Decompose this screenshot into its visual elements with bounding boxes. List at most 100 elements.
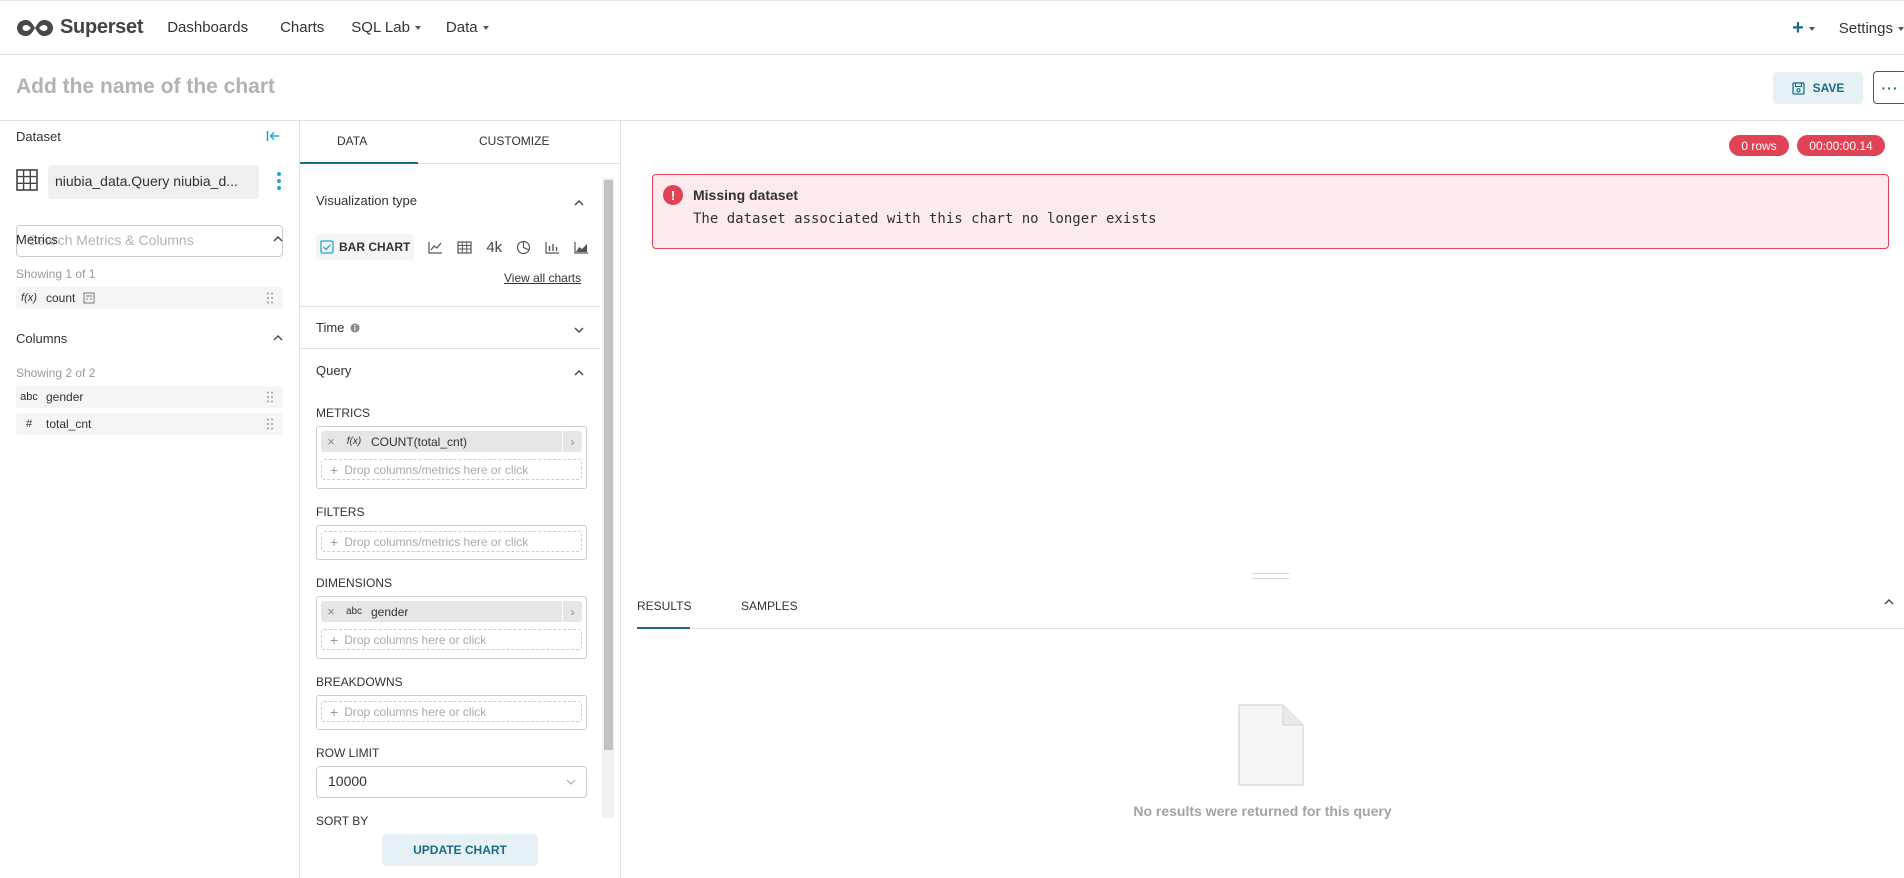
info-icon[interactable] bbox=[350, 323, 360, 333]
tab-results[interactable]: RESULTS bbox=[637, 599, 691, 613]
save-button[interactable]: SAVE bbox=[1773, 72, 1863, 104]
drag-handle-icon[interactable] bbox=[267, 391, 273, 403]
dimensions-drop-zone[interactable]: + Drop columns here or click bbox=[321, 629, 582, 650]
dimensions-label: DIMENSIONS bbox=[316, 576, 393, 590]
chevron-up-icon[interactable] bbox=[574, 368, 584, 378]
brand-name: Superset bbox=[60, 16, 144, 38]
query-section-title[interactable]: Query bbox=[316, 363, 351, 378]
drop-zone-label: Drop columns/metrics here or click bbox=[344, 462, 529, 477]
table-icon[interactable] bbox=[457, 240, 472, 254]
time-section-title[interactable]: Time bbox=[316, 320, 360, 335]
drop-zone-label: Drop columns here or click bbox=[344, 632, 487, 647]
active-tab-indicator bbox=[300, 162, 418, 164]
calculator-icon bbox=[83, 292, 95, 304]
more-actions-button[interactable]: ··· bbox=[1873, 71, 1904, 104]
update-chart-button[interactable]: UPDATE CHART bbox=[382, 834, 538, 866]
chevron-up-icon[interactable] bbox=[574, 198, 584, 208]
pane-resize-handle[interactable] bbox=[1253, 573, 1289, 579]
row-limit-value: 10000 bbox=[328, 773, 367, 789]
line-chart-icon[interactable] bbox=[428, 241, 443, 254]
nav-dashboards-label: Dashboards bbox=[167, 19, 249, 36]
remove-icon[interactable]: × bbox=[321, 604, 341, 619]
filters-drop-zone[interactable]: + Drop columns/metrics here or click bbox=[321, 531, 582, 552]
columns-section-header[interactable]: Columns bbox=[16, 331, 283, 346]
chevron-up-icon[interactable] bbox=[1884, 597, 1894, 607]
filters-label: FILTERS bbox=[316, 505, 365, 519]
string-type-icon: abc bbox=[20, 391, 38, 403]
scrollbar-thumb[interactable] bbox=[604, 180, 613, 750]
tab-samples[interactable]: SAMPLES bbox=[741, 599, 798, 613]
column-item[interactable]: abc gender bbox=[16, 386, 283, 408]
column-item[interactable]: # total_cnt bbox=[16, 413, 283, 435]
alert-title: Missing dataset bbox=[693, 187, 799, 203]
empty-results-message: No results were returned for this query bbox=[1133, 803, 1392, 819]
drag-handle-icon[interactable] bbox=[267, 292, 273, 304]
check-square-icon bbox=[320, 240, 334, 254]
metric-chip-label: COUNT(total_cnt) bbox=[371, 434, 468, 449]
row-limit-label: ROW LIMIT bbox=[316, 746, 380, 760]
metrics-drop-zone[interactable]: + Drop columns/metrics here or click bbox=[321, 459, 582, 480]
drag-handle-icon[interactable] bbox=[267, 418, 273, 430]
plus-icon: + bbox=[330, 533, 339, 550]
nav-data-label: Data bbox=[445, 19, 478, 36]
view-all-charts-link[interactable]: View all charts bbox=[504, 271, 581, 285]
chart-name-input[interactable]: Add the name of the chart bbox=[16, 75, 275, 99]
dataset-menu-icon[interactable] bbox=[276, 171, 282, 195]
breakdowns-control: + Drop columns here or click bbox=[316, 695, 587, 730]
string-type-icon: abc bbox=[345, 606, 363, 617]
settings-menu[interactable]: Settings bbox=[1839, 20, 1904, 37]
pie-chart-icon[interactable] bbox=[516, 240, 531, 255]
empty-document-icon bbox=[1238, 704, 1304, 789]
tab-data[interactable]: DATA bbox=[337, 134, 367, 148]
remove-icon[interactable]: × bbox=[321, 434, 341, 449]
tab-customize[interactable]: CUSTOMIZE bbox=[479, 134, 549, 148]
query-time-badge: 00:00:00.14 bbox=[1797, 135, 1885, 156]
dataset-name[interactable]: niubia_data.Query niubia_d... bbox=[48, 165, 259, 199]
nav-charts-label: Charts bbox=[280, 19, 325, 36]
chevron-right-icon[interactable]: › bbox=[562, 431, 582, 452]
plus-icon: + bbox=[330, 703, 339, 720]
chevron-up-icon bbox=[273, 236, 283, 242]
superset-logo-icon bbox=[17, 19, 53, 36]
function-icon: f(x) bbox=[21, 292, 37, 304]
dimension-chip[interactable]: × abc gender › bbox=[321, 601, 582, 622]
bar-chart-icon[interactable] bbox=[545, 241, 560, 254]
metrics-title: Metrics bbox=[16, 232, 58, 247]
error-alert: ! Missing dataset The dataset associated… bbox=[652, 174, 1889, 249]
metric-item[interactable]: f(x) count bbox=[16, 287, 283, 309]
big-number-icon[interactable]: 4k bbox=[486, 239, 502, 256]
metrics-showing-count: Showing 1 of 1 bbox=[16, 267, 96, 281]
breakdowns-label: BREAKDOWNS bbox=[316, 675, 403, 689]
collapse-panel-icon[interactable] bbox=[266, 129, 280, 145]
time-title: Time bbox=[316, 320, 345, 335]
nav-data[interactable]: Data bbox=[446, 19, 489, 36]
chevron-right-icon[interactable]: › bbox=[562, 601, 582, 622]
results-tabs: RESULTS SAMPLES bbox=[637, 587, 1904, 629]
error-icon: ! bbox=[663, 185, 683, 205]
dimension-chip-label: gender bbox=[371, 604, 409, 619]
metric-chip[interactable]: × f(x) COUNT(total_cnt) › bbox=[321, 431, 582, 452]
nav-sql-lab-label: SQL Lab bbox=[351, 19, 410, 36]
viz-bar-chart-selected[interactable]: BAR CHART bbox=[316, 234, 415, 260]
sort-by-label: SORT BY bbox=[316, 814, 369, 828]
metrics-control: × f(x) COUNT(total_cnt) › + Drop columns… bbox=[316, 426, 587, 489]
control-tabs: DATA CUSTOMIZE bbox=[300, 121, 620, 164]
new-menu[interactable]: + bbox=[1792, 17, 1815, 40]
caret-down-icon bbox=[1898, 26, 1904, 31]
columns-title: Columns bbox=[16, 331, 68, 346]
chart-area: 0 rows 00:00:00.14 ! Missing dataset The… bbox=[621, 121, 1904, 878]
breakdowns-drop-zone[interactable]: + Drop columns here or click bbox=[321, 701, 582, 722]
metrics-section-header[interactable]: Metrics bbox=[16, 232, 283, 247]
area-chart-icon[interactable] bbox=[574, 241, 589, 254]
nav-charts[interactable]: Charts bbox=[280, 19, 324, 36]
nav-sql-lab[interactable]: SQL Lab bbox=[351, 19, 421, 36]
dataset-title: Dataset bbox=[16, 129, 61, 144]
visualization-type-title[interactable]: Visualization type bbox=[316, 193, 417, 208]
chevron-down-icon bbox=[566, 779, 576, 785]
control-panel: DATA CUSTOMIZE Visualization type BAR CH… bbox=[300, 121, 621, 878]
superset-logo[interactable]: Superset bbox=[15, 16, 143, 40]
row-limit-select[interactable]: 10000 bbox=[316, 766, 587, 798]
dataset-table-icon bbox=[16, 169, 38, 194]
nav-dashboards[interactable]: Dashboards bbox=[167, 19, 248, 36]
chevron-down-icon[interactable] bbox=[574, 325, 584, 335]
